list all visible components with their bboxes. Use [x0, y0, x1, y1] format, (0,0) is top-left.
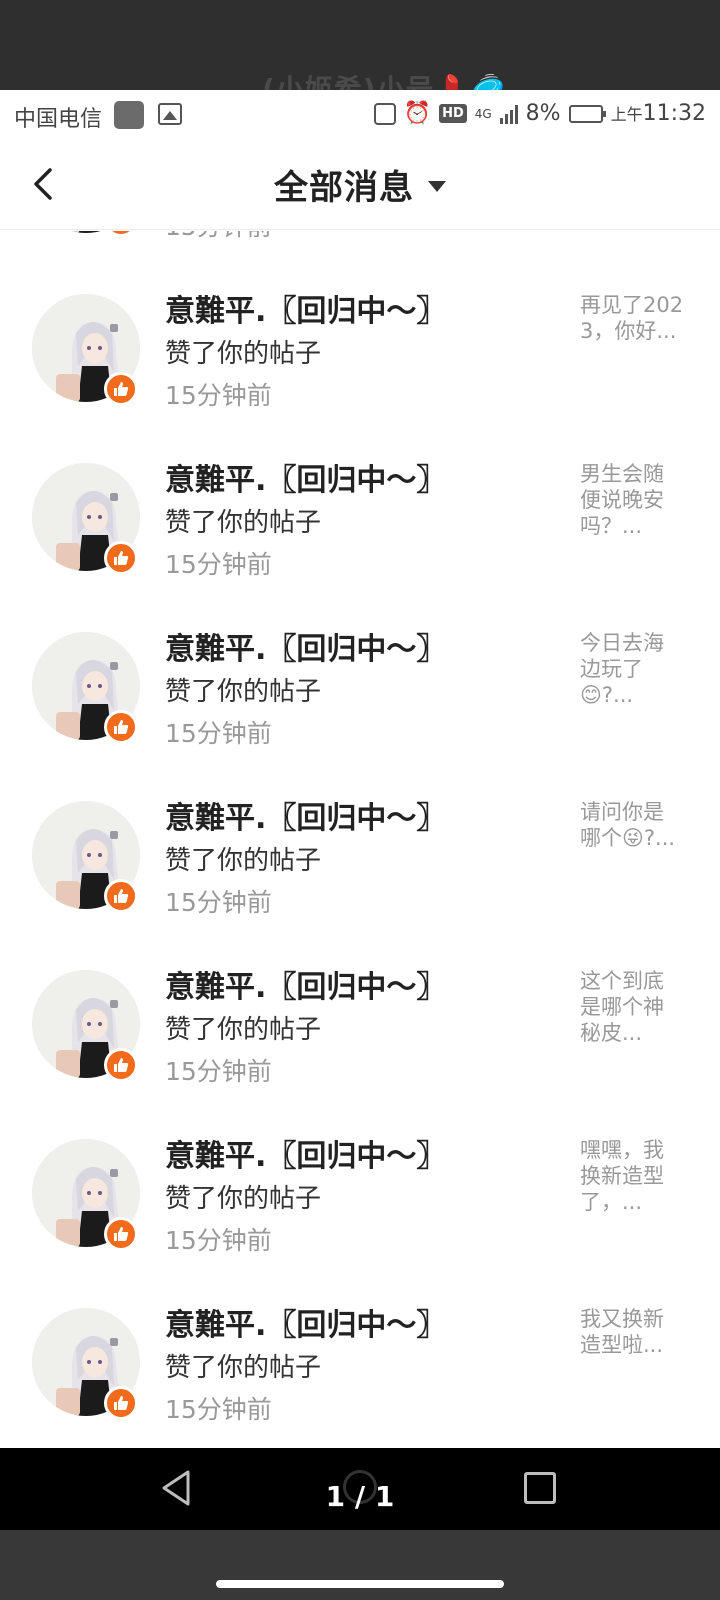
message-time: 15分钟前	[165, 1395, 272, 1424]
message-item[interactable]: 意難平.〖回归中～〗 赞了你的帖子 15分钟前 我又换新造型啦...	[0, 1258, 720, 1427]
message-list[interactable]: 意難平.〖回归中～〗 赞了你的帖子 15分钟前 晚汐233号;331... 意難…	[0, 231, 720, 1448]
post-preview[interactable]: 男生会随便说晚安吗？...	[580, 461, 684, 539]
clock-period: 上午	[610, 105, 643, 124]
thumbs-up-icon	[104, 231, 138, 237]
notification-action: 赞了你的帖子	[165, 1353, 322, 1383]
notification-action: 赞了你的帖子	[165, 1015, 322, 1045]
page-indicator: 1 / 1	[325, 1480, 395, 1513]
post-preview[interactable]: 今日去海边玩了😊?...	[580, 630, 684, 708]
sender-name[interactable]: 意難平.〖回归中～〗	[165, 1300, 446, 1344]
thumbs-up-icon	[104, 879, 138, 913]
home-gesture-bar[interactable]	[216, 1580, 504, 1588]
post-preview[interactable]: 请问你是哪个😜?...	[580, 799, 684, 851]
thumbs-up-icon	[104, 1386, 138, 1420]
sender-name[interactable]: 意難平.〖回归中～〗	[165, 793, 446, 837]
message-item[interactable]: 意難平.〖回归中～〗 赞了你的帖子 15分钟前 晚汐233号;331...	[0, 231, 720, 244]
thumbs-up-icon	[104, 1048, 138, 1082]
message-time: 15分钟前	[165, 888, 272, 917]
network-type: 4G	[474, 106, 492, 121]
message-item[interactable]: 意難平.〖回归中～〗 赞了你的帖子 15分钟前 这个到底是哪个神秘皮...	[0, 920, 720, 1089]
status-bar: 中国电信 ⏰ HD 4G 8% 上午11:32	[0, 90, 720, 138]
gallery-notification-icon	[158, 103, 182, 125]
system-nav-bar: 1 / 1	[0, 1448, 720, 1530]
caret-down-icon	[428, 181, 446, 192]
post-preview[interactable]: 再见了2023，你好...	[580, 292, 684, 344]
alarm-icon: ⏰	[403, 101, 432, 126]
vibrate-icon	[373, 102, 396, 125]
gesture-area	[0, 1530, 720, 1600]
message-time: 15分钟前	[165, 381, 272, 410]
signal-icon	[499, 104, 518, 124]
post-preview[interactable]: 嘿嘿，我换新造型了，...	[580, 1137, 684, 1215]
message-time: 15分钟前	[165, 719, 272, 748]
sender-name[interactable]: 意難平.〖回归中～〗	[165, 962, 446, 1006]
battery-icon	[568, 104, 606, 123]
post-preview[interactable]: 这个到底是哪个神秘皮...	[580, 968, 684, 1046]
background-app-header: (小姬希)小号💄🥏	[0, 0, 720, 92]
message-time: 15分钟前	[165, 231, 272, 243]
message-item[interactable]: 意難平.〖回归中～〗 赞了你的帖子 15分钟前 请问你是哪个😜?...	[0, 751, 720, 920]
message-time: 15分钟前	[165, 550, 272, 579]
hd-icon: HD	[439, 104, 467, 123]
background-title: (小姬希)小号💄🥏	[262, 73, 507, 92]
page-title: 全部消息	[274, 168, 414, 208]
clock: 上午11:32	[611, 101, 706, 126]
notification-action: 赞了你的帖子	[165, 1184, 322, 1214]
message-item[interactable]: 意難平.〖回归中～〗 赞了你的帖子 15分钟前 男生会随便说晚安吗？...	[0, 413, 720, 582]
message-time: 15分钟前	[165, 1057, 272, 1086]
message-time: 15分钟前	[165, 1226, 272, 1255]
sender-name[interactable]: 意難平.〖回归中～〗	[165, 455, 446, 499]
carrier-label: 中国电信	[14, 107, 103, 132]
notification-action: 赞了你的帖子	[165, 677, 322, 707]
thumbs-up-icon	[104, 372, 138, 406]
message-item[interactable]: 意難平.〖回归中～〗 赞了你的帖子 15分钟前 再见了2023，你好...	[0, 244, 720, 413]
notification-action: 赞了你的帖子	[165, 846, 322, 876]
status-icons: ⏰ HD 4G 8% 上午11:32	[373, 101, 706, 126]
battery-percent: 8%	[525, 101, 561, 126]
clock-time: 11:32	[642, 101, 706, 126]
sender-name[interactable]: 意難平.〖回归中～〗	[165, 624, 446, 668]
app-notification-icon	[114, 101, 144, 129]
sender-name[interactable]: 意難平.〖回归中～〗	[165, 1131, 446, 1175]
notification-action: 赞了你的帖子	[165, 339, 322, 369]
message-filter-dropdown[interactable]: 全部消息	[0, 160, 720, 209]
notification-action: 赞了你的帖子	[165, 508, 322, 538]
post-preview[interactable]: 我又换新造型啦...	[580, 1306, 684, 1358]
message-item[interactable]: 意難平.〖回归中～〗 赞了你的帖子 15分钟前 嘿嘿，我换新造型了，...	[0, 1089, 720, 1258]
thumbs-up-icon	[104, 710, 138, 744]
thumbs-up-icon	[104, 541, 138, 575]
header-bar: 全部消息	[0, 138, 720, 230]
thumbs-up-icon	[104, 1217, 138, 1251]
screenshot-panel: 中国电信 ⏰ HD 4G 8% 上午11:32 全部消息 意難平.〖回归中～〗 …	[0, 90, 720, 1448]
message-item[interactable]: 意難平.〖回归中～〗 赞了你的帖子 15分钟前 今日去海边玩了😊?...	[0, 582, 720, 751]
sender-name[interactable]: 意難平.〖回归中～〗	[165, 286, 446, 330]
